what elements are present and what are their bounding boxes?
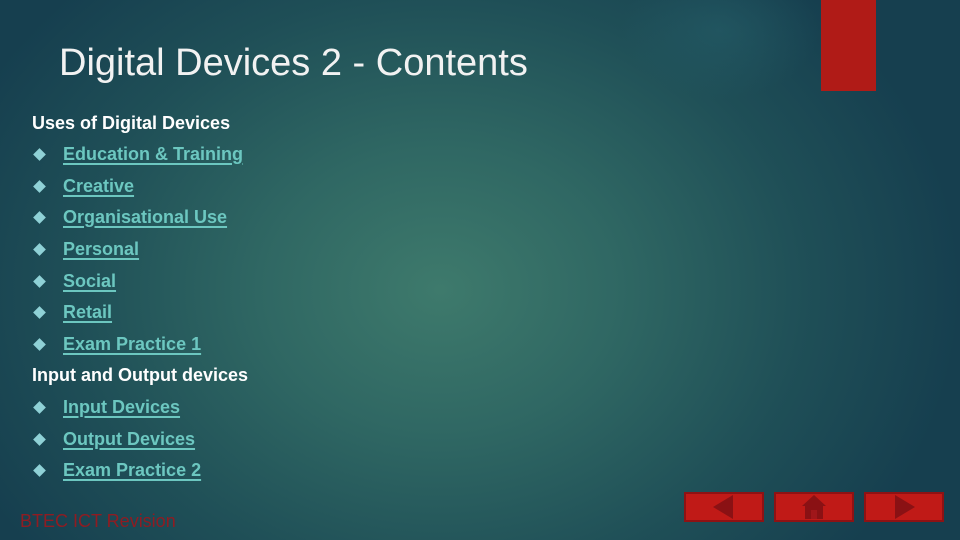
diamond-bullet-icon (33, 337, 46, 351)
diamond-bullet-icon (33, 274, 46, 288)
diamond-bullet-icon (33, 147, 46, 161)
link-organisational-use[interactable]: Organisational Use (63, 207, 227, 228)
diamond-bullet-icon (33, 242, 46, 256)
link-input-devices[interactable]: Input Devices (63, 397, 180, 418)
arrow-left-icon (713, 495, 733, 519)
list-item-creative[interactable]: Creative (32, 174, 134, 198)
link-retail[interactable]: Retail (63, 302, 112, 323)
diamond-bullet-icon (33, 179, 46, 193)
list-item-retail[interactable]: Retail (32, 300, 112, 324)
previous-button[interactable] (684, 492, 764, 522)
link-output-devices[interactable]: Output Devices (63, 429, 195, 450)
list-item-social[interactable]: Social (32, 269, 116, 293)
list-item-education-training[interactable]: Education & Training (32, 142, 243, 166)
list-item-input-devices[interactable]: Input Devices (32, 395, 180, 419)
list-item-personal[interactable]: Personal (32, 237, 139, 261)
diamond-bullet-icon (33, 463, 46, 477)
slide-title: Digital Devices 2 - Contents (59, 42, 528, 84)
next-button[interactable] (864, 492, 944, 522)
diamond-bullet-icon (33, 305, 46, 319)
link-education-training[interactable]: Education & Training (63, 144, 243, 165)
link-exam-practice-2[interactable]: Exam Practice 2 (63, 460, 201, 481)
footer-text: BTEC ICT Revision (20, 511, 176, 531)
diamond-bullet-icon (33, 400, 46, 414)
diamond-bullet-icon (33, 210, 46, 224)
home-button[interactable] (774, 492, 854, 522)
list-item-organisational-use[interactable]: Organisational Use (32, 205, 227, 229)
background-glow (620, 0, 820, 100)
link-creative[interactable]: Creative (63, 176, 134, 197)
list-item-exam-practice-2[interactable]: Exam Practice 2 (32, 458, 201, 482)
accent-bar (821, 0, 876, 91)
list-item-output-devices[interactable]: Output Devices (32, 427, 195, 451)
link-personal[interactable]: Personal (63, 239, 139, 260)
home-icon (802, 495, 826, 519)
section-heading-input-output: Input and Output devices (32, 365, 249, 385)
arrow-right-icon (895, 495, 915, 519)
list-item-exam-practice-1[interactable]: Exam Practice 1 (32, 332, 201, 356)
link-social[interactable]: Social (63, 271, 116, 292)
section-heading-uses: Uses of Digital Devices (32, 113, 231, 133)
diamond-bullet-icon (33, 432, 46, 446)
link-exam-practice-1[interactable]: Exam Practice 1 (63, 334, 201, 355)
